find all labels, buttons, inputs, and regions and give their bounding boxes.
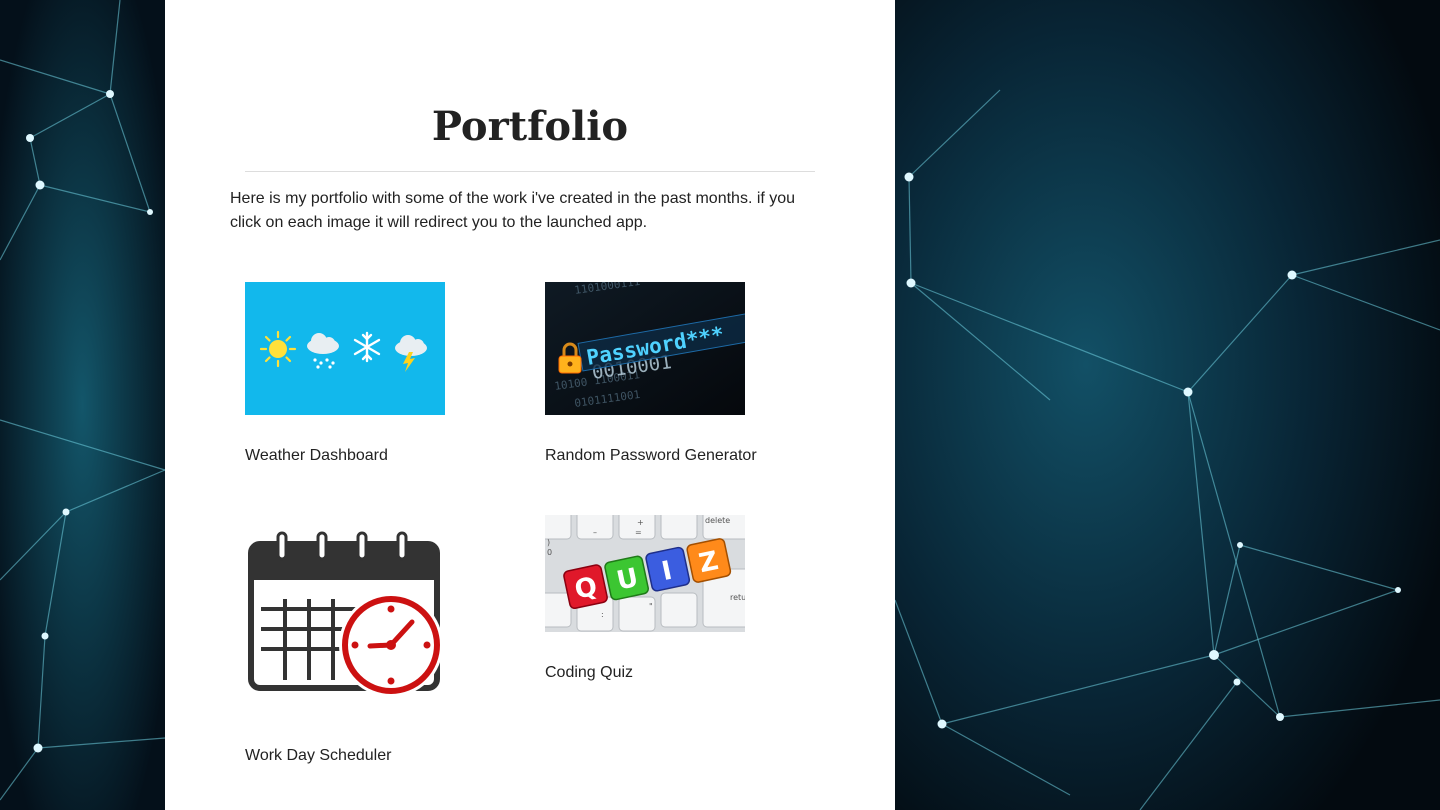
portfolio-panel: Portfolio Here is my portfolio with some… [165, 0, 895, 810]
svg-text:": " [649, 602, 653, 611]
project-card-coding-quiz[interactable]: ) 0 – + = delete: " retu Q U I Z [545, 515, 745, 632]
project-card-weather-dashboard[interactable] [245, 282, 445, 415]
svg-text:retu: retu [730, 593, 745, 602]
project-label-password-generator[interactable]: Random Password Generator [545, 447, 757, 465]
svg-text:–: – [593, 528, 597, 537]
svg-text:0: 0 [547, 548, 552, 557]
project-label-work-day-scheduler[interactable]: Work Day Scheduler [245, 747, 391, 765]
intro-text: Here is my portfolio with some of the wo… [230, 190, 796, 231]
svg-text:): ) [547, 538, 550, 547]
calendar-clock-image[interactable] [245, 525, 445, 703]
project-label-weather-dashboard[interactable]: Weather Dashboard [245, 447, 388, 465]
page-title: Portfolio [431, 103, 629, 150]
svg-text:+: + [637, 518, 644, 527]
quiz-keyboard-image[interactable]: )0 –+= delete: "retu Q U I Z [545, 515, 745, 632]
project-card-work-day-scheduler[interactable] [245, 525, 445, 703]
weather-icons-image[interactable] [245, 282, 445, 415]
svg-text:delete: delete [705, 516, 730, 525]
title-divider [245, 171, 815, 172]
svg-text::: : [601, 610, 604, 619]
project-card-password-generator[interactable]: 1101000111 10100 1100011 0101111001 0010… [545, 282, 745, 415]
project-label-coding-quiz[interactable]: Coding Quiz [545, 664, 633, 682]
svg-text:=: = [635, 528, 642, 537]
password-padlock-image[interactable]: 1101000111 10100 1100011 0101111001 0010… [545, 282, 745, 415]
